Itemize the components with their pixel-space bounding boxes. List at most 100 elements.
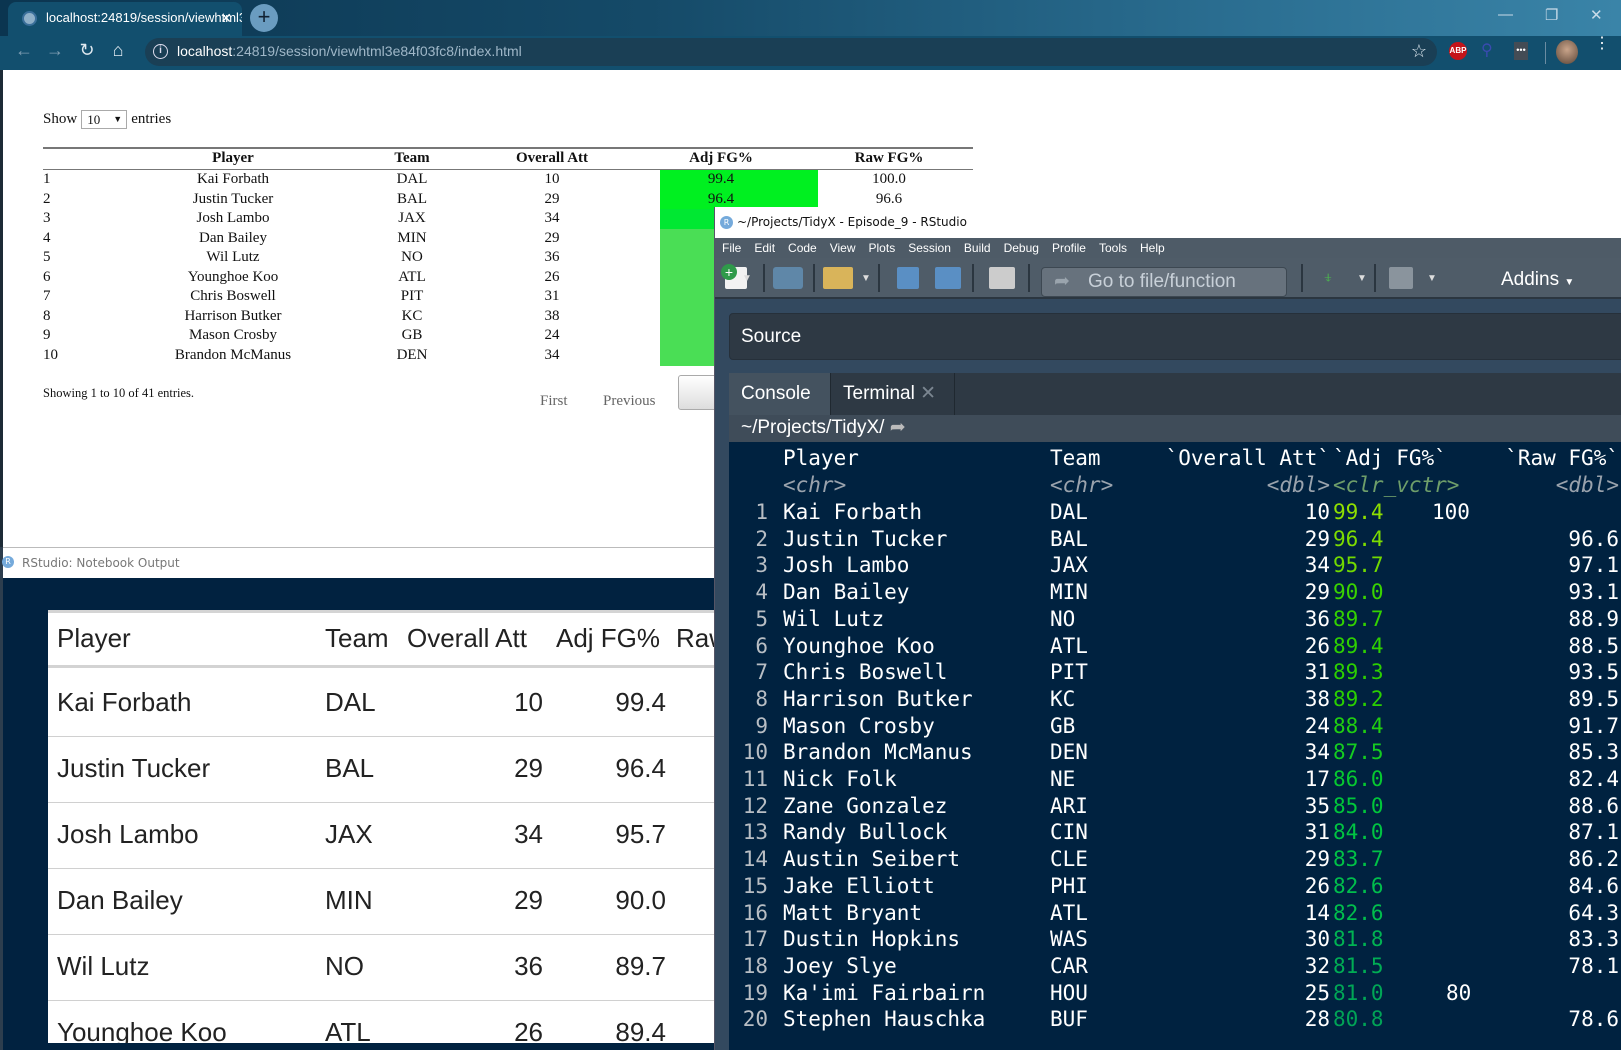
close-tab-icon[interactable]: ✕ (220, 2, 232, 34)
new-project-icon[interactable] (773, 267, 803, 289)
con-header-player: Player (783, 446, 859, 470)
rstudio-logo-icon: R (2, 556, 14, 568)
git-icon[interactable]: ⍖ (1323, 267, 1334, 289)
chevron-down-icon[interactable]: ▼ (742, 273, 752, 295)
open-file-icon[interactable] (823, 267, 853, 289)
con-att: 10 (1304, 500, 1330, 524)
menu-debug[interactable]: Debug (1004, 241, 1039, 255)
chevron-down-icon[interactable]: ▼ (1357, 273, 1367, 295)
con-player: Chris Boswell (783, 660, 948, 685)
previous-page-button[interactable]: Previous (603, 393, 656, 410)
con-row-number: 16 (742, 900, 768, 925)
con-adj-fg: 89.3 (1333, 660, 1384, 685)
minimize-icon[interactable]: — (1498, 6, 1513, 23)
browser-tab[interactable]: localhost:24819/session/viewhtml3e84f03f… (8, 2, 242, 38)
con-row-number: 3 (755, 553, 768, 578)
restore-icon[interactable]: ❐ (1545, 6, 1558, 24)
rstudio-window: R ~/Projects/TidyX - Episode_9 - RStudio… (714, 207, 1621, 1050)
info-icon[interactable]: i (153, 44, 168, 59)
adblock-icon[interactable]: ABP (1449, 42, 1467, 60)
menu-build[interactable]: Build (964, 241, 991, 255)
con-team: HOU (1050, 980, 1088, 1005)
con-team: WAS (1050, 927, 1088, 952)
search-extension-icon[interactable]: ⚲ (1481, 40, 1493, 60)
con-type-team: <chr> (1050, 473, 1114, 497)
notebook-row: Wil Lutz NO 36 89.7 (48, 935, 728, 1001)
overall-att-cell: 38 (544, 307, 560, 324)
overall-att-cell: 26 (544, 268, 560, 285)
menu-code[interactable]: Code (788, 241, 817, 255)
print-icon[interactable] (989, 267, 1015, 289)
menu-edit[interactable]: Edit (754, 241, 775, 255)
console-output[interactable]: Player Team `Overall Att` `Adj FG%` `Raw… (729, 442, 1621, 1050)
col-overall-att[interactable]: Overall Att (497, 150, 607, 167)
menu-tools[interactable]: Tools (1099, 241, 1127, 255)
rstudio-favicon-icon (22, 11, 37, 26)
addins-menu[interactable]: Addins ▼ (1501, 269, 1574, 291)
con-row-number: 13 (742, 820, 768, 845)
team-cell: MIN (325, 885, 373, 915)
more-extension-icon[interactable]: ••• (1514, 42, 1528, 60)
go-to-file-input[interactable]: ➦ Go to file/function (1041, 267, 1287, 297)
go-to-arrow-icon: ➦ (1054, 271, 1070, 292)
col-team[interactable]: Team (387, 150, 437, 167)
con-player: Wil Lutz (783, 606, 885, 631)
address-bar[interactable]: i localhost:24819/session/viewhtml3e84f0… (145, 38, 1437, 66)
con-row-number: 5 (755, 606, 768, 631)
col-player[interactable]: Player (193, 150, 273, 167)
tab-console[interactable]: Console (729, 373, 831, 415)
player-cell: Dan Bailey (57, 885, 183, 915)
menu-view[interactable]: View (830, 241, 856, 255)
close-window-icon[interactable]: ✕ (1590, 6, 1603, 24)
home-icon[interactable]: ⌂ (106, 40, 130, 61)
con-team: ATL (1050, 900, 1088, 925)
url-text[interactable]: localhost:24819/session/viewhtml3e84f03f… (177, 43, 522, 59)
rstudio-logo-icon: R (720, 216, 733, 229)
save-all-icon[interactable] (935, 267, 961, 289)
tab-terminal[interactable]: Terminal ✕ (831, 373, 955, 415)
menu-plots[interactable]: Plots (869, 241, 896, 255)
overall-att-cell: 36 (544, 249, 560, 265)
save-icon[interactable] (897, 267, 919, 289)
con-raw-fg: 87.1 (1568, 820, 1619, 845)
con-raw-fg: 97.1 (1568, 553, 1619, 578)
con-row-number: 20 (742, 1007, 768, 1032)
con-team: ARI (1050, 793, 1088, 818)
first-page-button[interactable]: First (540, 393, 568, 410)
pane-layout-icon[interactable] (1389, 267, 1413, 289)
close-terminal-icon[interactable]: ✕ (920, 383, 936, 404)
chevron-down-icon[interactable]: ▼ (861, 273, 871, 295)
notebook-row: Josh Lambo JAX 34 95.7 (48, 803, 728, 869)
col-raw-fg[interactable]: Raw FG% (839, 150, 939, 167)
con-row-number: 6 (755, 633, 768, 658)
menu-help[interactable]: Help (1140, 241, 1165, 255)
avatar[interactable] (1556, 40, 1578, 64)
menu-icon[interactable]: ⋮ (1594, 36, 1610, 52)
con-row-number: 2 (755, 526, 768, 551)
con-player: Ka'imi Fairbairn (783, 980, 986, 1005)
con-adj-fg: 81.0 (1333, 980, 1384, 1005)
con-player: Kai Forbath (783, 500, 923, 524)
menu-session[interactable]: Session (908, 241, 951, 255)
reload-icon[interactable]: ↻ (75, 40, 99, 61)
menu-profile[interactable]: Profile (1052, 241, 1086, 255)
team-cell: BAL (325, 753, 375, 783)
col-adj-fg[interactable]: Adj FG% (666, 150, 776, 167)
go-to-directory-icon[interactable]: ➦ (890, 417, 906, 438)
con-team: CLE (1050, 847, 1088, 872)
menu-file[interactable]: File (722, 241, 741, 255)
notebook-row: Younghoe Koo ATL 26 89.4 (48, 1001, 728, 1043)
con-team: PIT (1050, 660, 1088, 685)
back-icon[interactable]: ← (12, 40, 36, 61)
entries-select[interactable]: 10 (81, 110, 128, 129)
row-number: 3 (43, 210, 51, 226)
forward-icon[interactable]: → (43, 40, 67, 61)
source-pane[interactable]: Source (729, 313, 1621, 360)
con-adj-fg: 96.4 (1333, 526, 1384, 551)
con-row-number: 12 (742, 793, 768, 818)
new-tab-button[interactable]: + (250, 4, 278, 32)
con-raw-fg: 86.2 (1568, 847, 1619, 872)
chevron-down-icon[interactable]: ▼ (1427, 273, 1437, 295)
star-icon[interactable]: ☆ (1411, 41, 1427, 62)
con-team: CIN (1050, 820, 1088, 845)
